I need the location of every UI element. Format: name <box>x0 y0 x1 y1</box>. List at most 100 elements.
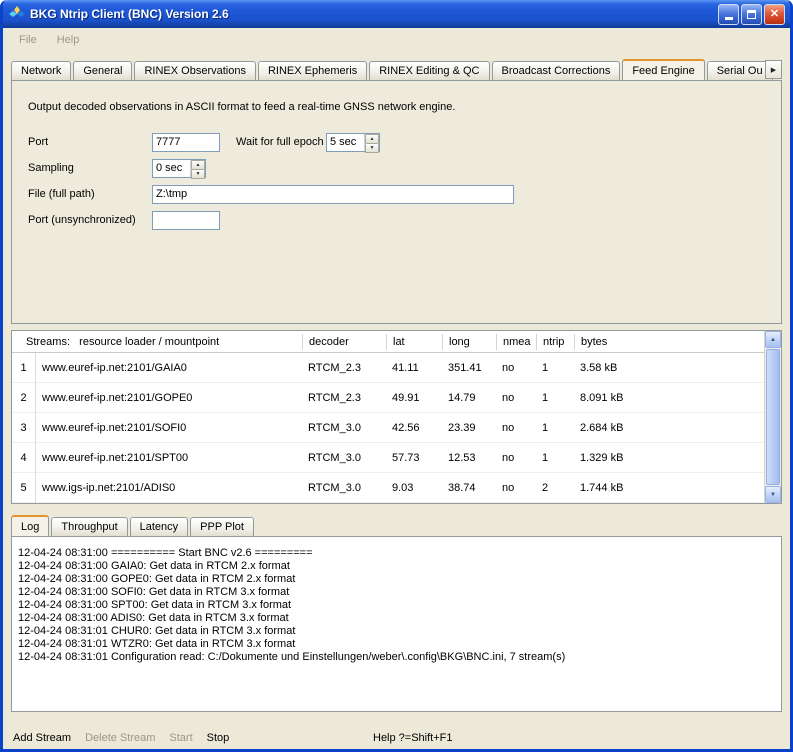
row-number: 2 <box>12 383 36 413</box>
scrollbar-down-button[interactable]: ▼ <box>765 486 781 503</box>
menu-file[interactable]: File <box>11 32 45 48</box>
scrollbar-up-button[interactable]: ▲ <box>765 331 781 348</box>
log-output[interactable]: 12-04-24 08:31:00 ========== Start BNC v… <box>11 536 782 712</box>
wait-epoch-label: Wait for full epoch <box>236 136 326 148</box>
tab-network[interactable]: Network <box>11 61 71 80</box>
client-area: Network General RINEX Observations RINEX… <box>3 52 790 751</box>
close-button[interactable]: ✕ <box>764 4 785 25</box>
tab-general[interactable]: General <box>73 61 132 80</box>
stream-long: 351.41 <box>442 362 496 374</box>
spin-up-icon[interactable]: ▲ <box>365 134 379 144</box>
sampling-spinner[interactable]: 0 sec ▲ ▼ <box>152 159 206 178</box>
delete-stream-button[interactable]: Delete Stream <box>85 732 155 744</box>
header-nmea: nmea <box>496 334 536 350</box>
stream-decoder: RTCM_3.0 <box>302 422 386 434</box>
log-line: 12-04-24 08:31:00 SPT00: Get data in RTC… <box>18 599 775 612</box>
file-path-input[interactable] <box>152 185 514 204</box>
scrollbar-thumb[interactable] <box>766 349 780 485</box>
tab-rinex-observations[interactable]: RINEX Observations <box>134 61 255 80</box>
chevron-down-icon: ▼ <box>770 492 776 498</box>
chevron-up-icon: ▲ <box>770 337 776 343</box>
streams-table: Streams: resource loader / mountpoint de… <box>11 330 782 504</box>
tab-log[interactable]: Log <box>11 515 49 536</box>
header-decoder: decoder <box>302 334 386 350</box>
stream-bytes: 8.091 kB <box>574 392 764 404</box>
stream-ntrip: 1 <box>536 392 574 404</box>
stream-bytes: 2.684 kB <box>574 422 764 434</box>
stream-row[interactable]: 5 www.igs-ip.net:2101/ADIS0 RTCM_3.0 9.0… <box>12 473 764 503</box>
stream-row[interactable]: 2 www.euref-ip.net:2101/GOPE0 RTCM_2.3 4… <box>12 383 764 413</box>
titlebar[interactable]: BKG Ntrip Client (BNC) Version 2.6 ✕ <box>3 0 790 28</box>
statusbar: Add Stream Delete Stream Start Stop Help… <box>11 725 782 751</box>
row-number: 3 <box>12 413 36 443</box>
sampling-value: 0 sec <box>153 160 190 177</box>
app-window: BKG Ntrip Client (BNC) Version 2.6 ✕ Fil… <box>0 0 793 752</box>
stream-long: 12.53 <box>442 452 496 464</box>
tab-throughput[interactable]: Throughput <box>51 517 127 536</box>
stream-bytes: 1.329 kB <box>574 452 764 464</box>
minimize-icon <box>725 17 733 20</box>
feed-engine-panel: Output decoded observations in ASCII for… <box>11 80 782 324</box>
stream-row[interactable]: 3 www.euref-ip.net:2101/SOFI0 RTCM_3.0 4… <box>12 413 764 443</box>
stream-decoder: RTCM_2.3 <box>302 392 386 404</box>
log-line: 12-04-24 08:31:01 CHUR0: Get data in RTC… <box>18 625 775 638</box>
app-icon[interactable] <box>9 6 25 22</box>
maximize-button[interactable] <box>741 4 762 25</box>
stream-nmea: no <box>496 482 536 494</box>
wait-epoch-value: 5 sec <box>327 134 364 151</box>
row-number: 1 <box>12 353 36 383</box>
stream-mountpoint: www.euref-ip.net:2101/GAIA0 <box>36 362 302 374</box>
tab-rinex-editing-qc[interactable]: RINEX Editing & QC <box>369 61 489 80</box>
stream-decoder: RTCM_3.0 <box>302 482 386 494</box>
port-unsync-label: Port (unsynchronized) <box>28 214 152 226</box>
stream-row[interactable]: 1 www.euref-ip.net:2101/GAIA0 RTCM_2.3 4… <box>12 353 764 383</box>
header-lat: lat <box>386 334 442 350</box>
port-input[interactable] <box>152 133 220 152</box>
header-long: long <box>442 334 496 350</box>
tab-scroll-right-button[interactable]: ▶ <box>765 60 782 79</box>
vertical-scrollbar[interactable]: ▲ ▼ <box>764 331 781 503</box>
stream-bytes: 3.58 kB <box>574 362 764 374</box>
log-line: 12-04-24 08:31:01 Configuration read: C:… <box>18 651 775 664</box>
maximize-icon <box>747 10 756 19</box>
row-number: 5 <box>12 473 36 503</box>
spin-down-icon[interactable]: ▼ <box>191 170 205 179</box>
main-tabbar: Network General RINEX Observations RINEX… <box>11 58 782 80</box>
tab-latency[interactable]: Latency <box>130 517 189 536</box>
menu-help[interactable]: Help <box>49 32 88 48</box>
log-line: 12-04-24 08:31:00 SOFI0: Get data in RTC… <box>18 586 775 599</box>
stream-ntrip: 1 <box>536 422 574 434</box>
stream-row[interactable]: 4 www.euref-ip.net:2101/SPT00 RTCM_3.0 5… <box>12 443 764 473</box>
sampling-label: Sampling <box>28 162 152 174</box>
tab-ppp-plot[interactable]: PPP Plot <box>190 517 254 536</box>
bottom-tabbar: Log Throughput Latency PPP Plot <box>11 514 782 536</box>
tab-rinex-ephemeris[interactable]: RINEX Ephemeris <box>258 61 367 80</box>
spin-down-icon[interactable]: ▼ <box>365 144 379 153</box>
row-number: 4 <box>12 443 36 473</box>
header-mountpoint: Streams: resource loader / mountpoint <box>12 334 302 350</box>
tab-feed-engine[interactable]: Feed Engine <box>622 59 704 80</box>
add-stream-button[interactable]: Add Stream <box>13 732 71 744</box>
menubar: File Help <box>3 28 790 52</box>
stream-lat: 9.03 <box>386 482 442 494</box>
feed-engine-form: Port Wait for full epoch 5 sec ▲ ▼ Sampl… <box>12 129 781 233</box>
stream-ntrip: 2 <box>536 482 574 494</box>
stream-bytes: 1.744 kB <box>574 482 764 494</box>
log-line: 12-04-24 08:31:00 GAIA0: Get data in RTC… <box>18 560 775 573</box>
wait-epoch-spinner[interactable]: 5 sec ▲ ▼ <box>326 133 380 152</box>
tab-broadcast-corrections[interactable]: Broadcast Corrections <box>492 61 621 80</box>
stop-button[interactable]: Stop <box>207 732 230 744</box>
spin-up-icon[interactable]: ▲ <box>191 160 205 170</box>
stream-long: 23.39 <box>442 422 496 434</box>
stream-decoder: RTCM_2.3 <box>302 362 386 374</box>
port-unsync-input[interactable] <box>152 211 220 230</box>
minimize-button[interactable] <box>718 4 739 25</box>
stream-mountpoint: www.euref-ip.net:2101/SOFI0 <box>36 422 302 434</box>
stream-lat: 57.73 <box>386 452 442 464</box>
stream-mountpoint: www.igs-ip.net:2101/ADIS0 <box>36 482 302 494</box>
header-ntrip: ntrip <box>536 334 574 350</box>
streams-header-row: Streams: resource loader / mountpoint de… <box>12 331 764 353</box>
stream-long: 38.74 <box>442 482 496 494</box>
tab-serial-output[interactable]: Serial Ou <box>707 61 773 80</box>
start-button[interactable]: Start <box>169 732 192 744</box>
